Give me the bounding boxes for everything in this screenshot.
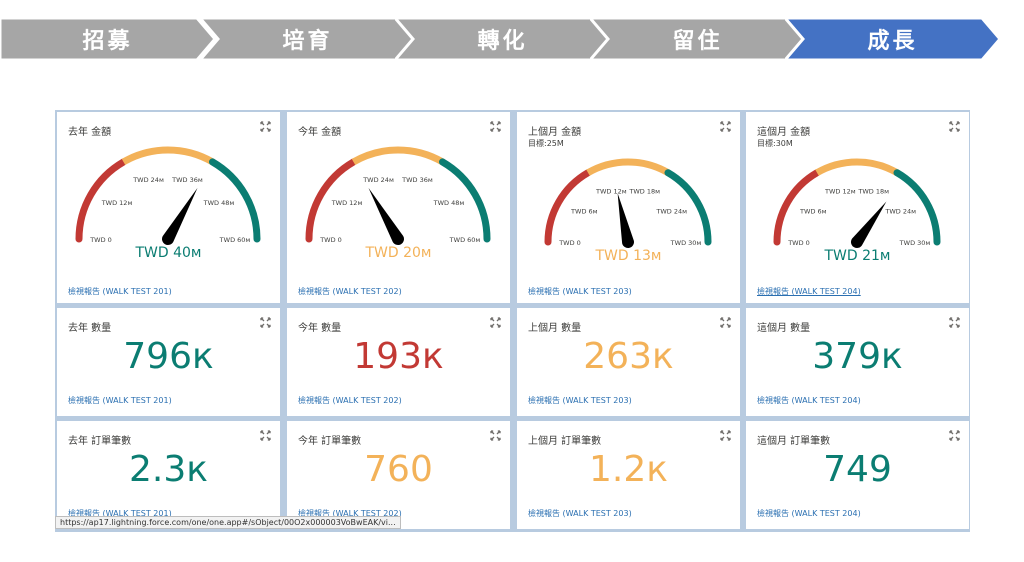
card-title: 去年 數量 [68,323,112,334]
order-count-card: 今年 訂單筆數 760 檢視報告 (WALK TEST 202) [287,421,510,529]
expand-icon[interactable] [490,430,501,441]
gauge-tick-label: TWD 0 [319,236,342,244]
order-count-card: 上個月 訂單筆數 1.2к 檢視報告 (WALK TEST 203) [517,421,740,529]
view-report-link[interactable]: 檢視報告 (WALK TEST 204) [757,286,861,297]
gauge-value: TWD 13м [595,248,662,264]
gauge-tick-label: TWD 12м [824,188,856,196]
stage-label: 留住 [672,29,723,54]
metric-value: 193к [353,336,444,377]
expand-icon[interactable] [949,430,960,441]
stage-2[interactable]: 培育 [200,18,415,60]
gauge-tick-label: TWD 48м [203,199,235,207]
gauge-tick-label: TWD 12м [595,188,627,196]
gauge-band-mid [815,158,899,176]
dashboard-grid: 去年 金額 TWD 0 TWD 12м TWD 24м TWD 36м TWD 48м TW… [55,110,970,532]
stage-4[interactable]: 留住 [590,18,805,60]
stage-3[interactable]: 轉化 [395,18,610,60]
stage-label: 成長 [867,29,918,54]
metric-value: 2.3к [129,449,208,490]
status-bar-url: https://ap17.lightning.force.com/one/one… [55,516,401,529]
gauge-tick-label: TWD 30м [899,239,931,247]
gauge-card: 上個月 金額 目標:25M TWD 0 TWD 6м TWD 12м TWD 18м TWD… [517,112,740,303]
stage-chevron-bar: 招募 培育 轉化 留住 成長 [0,18,1024,60]
gauge-value: TWD 20м [365,245,432,261]
gauge-tick-label: TWD 36м [171,176,203,184]
view-report-link[interactable]: 檢視報告 (WALK TEST 201) [68,286,172,297]
gauge-tick-label: TWD 24м [132,176,164,184]
view-report-link[interactable]: 檢視報告 (WALK TEST 202) [298,286,402,297]
expand-icon[interactable] [490,317,501,328]
quantity-card: 今年 數量 193к 檢視報告 (WALK TEST 202) [287,308,510,416]
gauge-band-mid [351,146,445,165]
gauge-tick-label: TWD 24м [655,207,687,215]
quantity-card: 上個月 數量 263к 檢視報告 (WALK TEST 203) [517,308,740,416]
view-report-link[interactable]: 檢視報告 (WALK TEST 202) [298,395,402,406]
view-report-link[interactable]: 檢視報告 (WALK TEST 203) [528,286,632,297]
gauge-tick-label: TWD 60м [219,236,251,244]
gauge-tick-label: TWD 24м [362,176,394,184]
card-title: 去年 訂單筆數 [68,436,132,447]
card-title: 今年 數量 [298,323,342,334]
card-title: 上個月 訂單筆數 [528,436,602,447]
expand-icon[interactable] [260,430,271,441]
gauge-value: TWD 21м [824,248,891,264]
expand-icon[interactable] [720,430,731,441]
gauge-tick-label: TWD 0 [89,236,112,244]
card-title: 上個月 數量 [528,323,582,334]
stage-label: 招募 [82,29,133,54]
stage-5[interactable]: 成長 [785,18,1000,60]
metric-value: 379к [812,336,903,377]
card-title: 今年 訂單筆數 [298,436,362,447]
gauge-card: 去年 金額 TWD 0 TWD 12м TWD 24м TWD 36м TWD 48м TW… [57,112,280,303]
stage-1[interactable]: 招募 [0,18,215,60]
metric-value: 263к [583,336,674,377]
gauge-band-mid [586,158,670,176]
gauge-needle [368,187,404,245]
gauge-tick-label: TWD 36м [401,176,433,184]
gauge-needle [851,201,887,249]
gauge-band-mid [121,146,215,165]
gauge-tick-label: TWD 0 [558,239,581,247]
gauge-tick-label: TWD 12м [331,199,363,207]
card-title: 這個月 訂單筆數 [757,436,831,447]
gauge-tick-label: TWD 48м [433,199,465,207]
metric-value: 1.2к [589,449,668,490]
gauge-tick-label: TWD 6м [799,207,827,215]
metric-value: 796к [123,336,214,377]
stage-label: 培育 [282,29,333,54]
gauge-tick-label: TWD 18м [628,188,660,196]
gauge-tick-label: TWD 0 [787,239,810,247]
metric-value: 749 [823,449,892,490]
stage-label: 轉化 [477,29,528,54]
gauge-tick-label: TWD 18м [857,188,889,196]
gauge-tick-label: TWD 60м [449,236,481,244]
gauge-value: TWD 40м [135,245,202,261]
gauge-needle [162,187,198,245]
gauge-tick-label: TWD 24м [884,207,916,215]
card-title: 這個月 數量 [757,323,811,334]
gauge-tick-label: TWD 12м [101,199,133,207]
gauge-needle [617,193,634,248]
quantity-card: 去年 數量 796к 檢視報告 (WALK TEST 201) [57,308,280,416]
view-report-link[interactable]: 檢視報告 (WALK TEST 204) [757,508,861,519]
metric-value: 760 [364,449,433,490]
gauge-tick-label: TWD 6м [570,207,598,215]
gauge-card: 這個月 金額 目標:30M TWD 0 TWD 6м TWD 12м TWD 18м TWD… [746,112,969,303]
view-report-link[interactable]: 檢視報告 (WALK TEST 203) [528,395,632,406]
view-report-link[interactable]: 檢視報告 (WALK TEST 203) [528,508,632,519]
expand-icon[interactable] [949,317,960,328]
gauge-card: 今年 金額 TWD 0 TWD 12м TWD 24м TWD 36м TWD 48м TW… [287,112,510,303]
expand-icon[interactable] [260,317,271,328]
view-report-link[interactable]: 檢視報告 (WALK TEST 201) [68,395,172,406]
expand-icon[interactable] [720,317,731,328]
order-count-card: 去年 訂單筆數 2.3к 檢視報告 (WALK TEST 201) [57,421,280,529]
view-report-link[interactable]: 檢視報告 (WALK TEST 204) [757,395,861,406]
quantity-card: 這個月 數量 379к 檢視報告 (WALK TEST 204) [746,308,969,416]
order-count-card: 這個月 訂單筆數 749 檢視報告 (WALK TEST 204) [746,421,969,529]
gauge-tick-label: TWD 30м [670,239,702,247]
